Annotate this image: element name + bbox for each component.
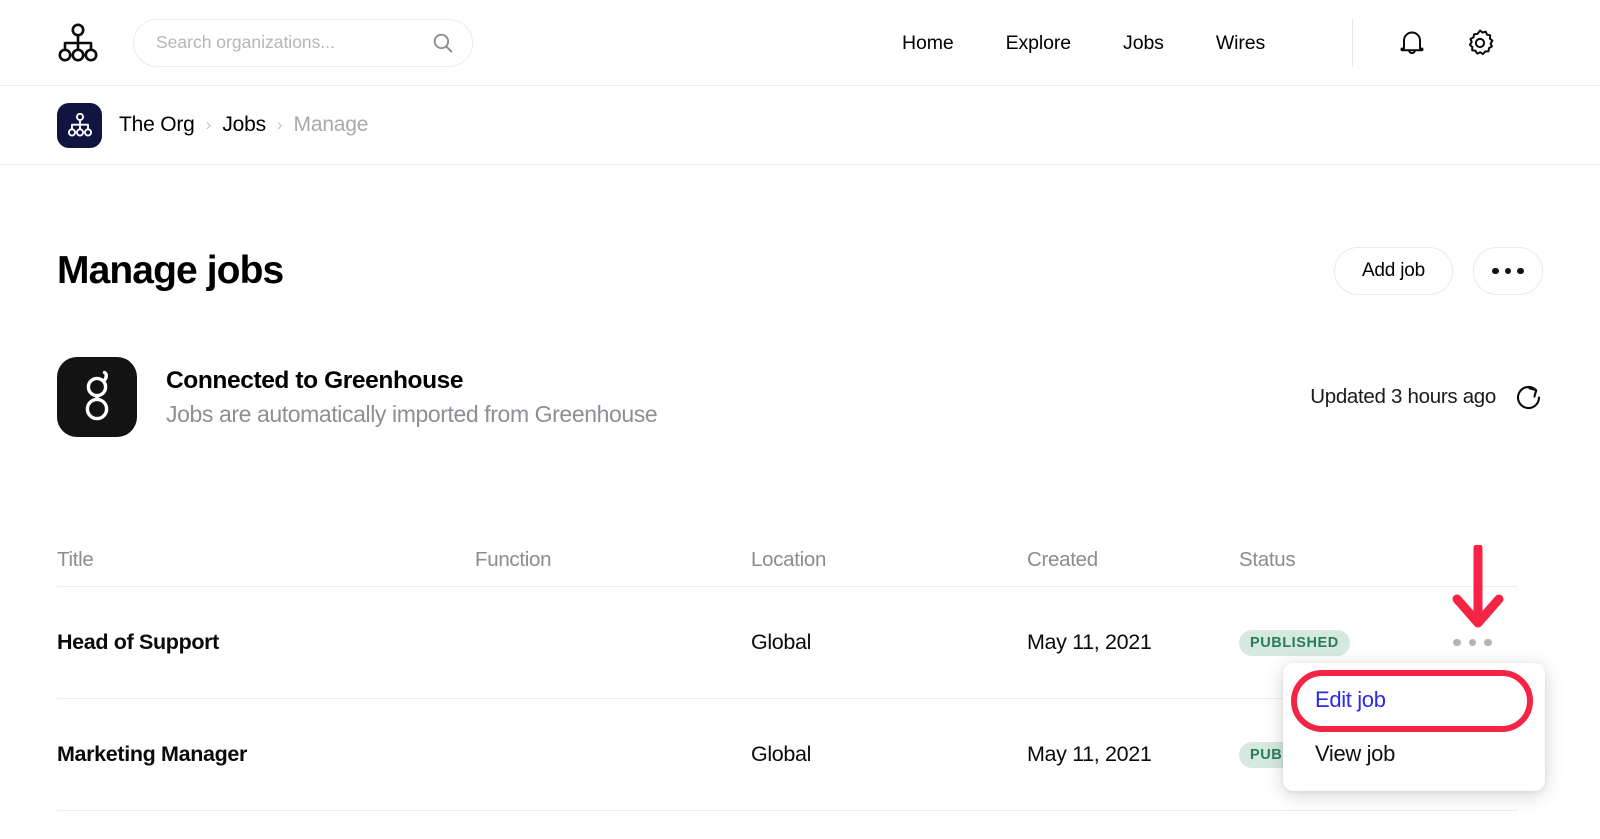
more-options-button[interactable] bbox=[1473, 247, 1543, 295]
page-header-row: Manage jobs Add job bbox=[57, 243, 1543, 299]
integration-status: Updated 3 hours ago bbox=[1310, 382, 1543, 412]
cell-title: Marketing Manager bbox=[57, 742, 247, 766]
search-box[interactable] bbox=[133, 18, 473, 67]
refresh-icon[interactable] bbox=[1513, 382, 1543, 412]
row-ellipsis-icon[interactable] bbox=[1449, 631, 1496, 655]
cell-created: May 11, 2021 bbox=[1027, 630, 1152, 654]
integration-text: Connected to Greenhouse Jobs are automat… bbox=[166, 366, 658, 428]
integration-banner: Connected to Greenhouse Jobs are automat… bbox=[57, 355, 1543, 439]
search-icon[interactable] bbox=[432, 32, 454, 54]
integration-title: Connected to Greenhouse bbox=[166, 366, 464, 394]
bell-icon[interactable] bbox=[1390, 21, 1434, 65]
column-header-location: Location bbox=[751, 548, 827, 571]
greenhouse-logo-icon bbox=[57, 357, 137, 437]
integration-subtitle: Jobs are automatically imported from Gre… bbox=[166, 400, 658, 427]
add-job-button[interactable]: Add job bbox=[1333, 247, 1453, 295]
ellipsis-icon bbox=[1492, 267, 1524, 275]
page-actions: Add job bbox=[1333, 247, 1543, 295]
nav-link-explore[interactable]: Explore bbox=[980, 32, 1097, 55]
updated-timestamp: Updated 3 hours ago bbox=[1310, 385, 1496, 408]
org-avatar[interactable] bbox=[57, 102, 102, 148]
breadcrumb-bar: The Org › Jobs › Manage bbox=[0, 86, 1600, 165]
nav-links: Home Explore Jobs Wires bbox=[876, 0, 1291, 86]
breadcrumb: The Org › Jobs › Manage bbox=[119, 113, 368, 137]
breadcrumb-separator-1: › bbox=[205, 115, 212, 134]
nav-link-wires[interactable]: Wires bbox=[1190, 32, 1291, 55]
gear-icon[interactable] bbox=[1458, 21, 1502, 65]
column-header-function: Function bbox=[475, 548, 552, 571]
menu-item-view-job[interactable]: View job bbox=[1283, 727, 1545, 781]
table-header-row: Title Function Location Created Status bbox=[57, 515, 1518, 587]
breadcrumb-separator-2: › bbox=[276, 115, 283, 134]
cell-status: PUBLISHED bbox=[1239, 629, 1449, 656]
breadcrumb-item-jobs[interactable]: Jobs bbox=[222, 113, 266, 137]
row-actions-dropdown: Edit job View job bbox=[1283, 663, 1545, 791]
cell-actions bbox=[1449, 631, 1521, 655]
nav-link-home[interactable]: Home bbox=[876, 32, 980, 55]
nav-divider bbox=[1352, 19, 1353, 67]
column-header-title: Title bbox=[57, 548, 94, 571]
top-navigation-bar: Home Explore Jobs Wires bbox=[0, 0, 1600, 86]
breadcrumb-item-the-org[interactable]: The Org bbox=[119, 113, 195, 137]
search-input[interactable] bbox=[156, 32, 432, 53]
breadcrumb-item-manage: Manage bbox=[293, 113, 369, 136]
nav-link-jobs[interactable]: Jobs bbox=[1097, 32, 1190, 55]
page-title: Manage jobs bbox=[57, 249, 284, 292]
org-chart-icon[interactable] bbox=[56, 21, 100, 65]
column-header-status: Status bbox=[1239, 548, 1296, 571]
menu-item-edit-job[interactable]: Edit job bbox=[1283, 673, 1545, 727]
cell-location: Global bbox=[751, 630, 812, 654]
cell-location: Global bbox=[751, 742, 812, 766]
app-root: Home Explore Jobs Wires bbox=[0, 0, 1600, 839]
cell-created: May 11, 2021 bbox=[1027, 742, 1152, 766]
column-header-created: Created bbox=[1027, 548, 1098, 571]
nav-icon-group bbox=[1390, 0, 1502, 86]
status-badge: PUBLISHED bbox=[1239, 629, 1350, 656]
cell-title: Head of Support bbox=[57, 630, 219, 654]
